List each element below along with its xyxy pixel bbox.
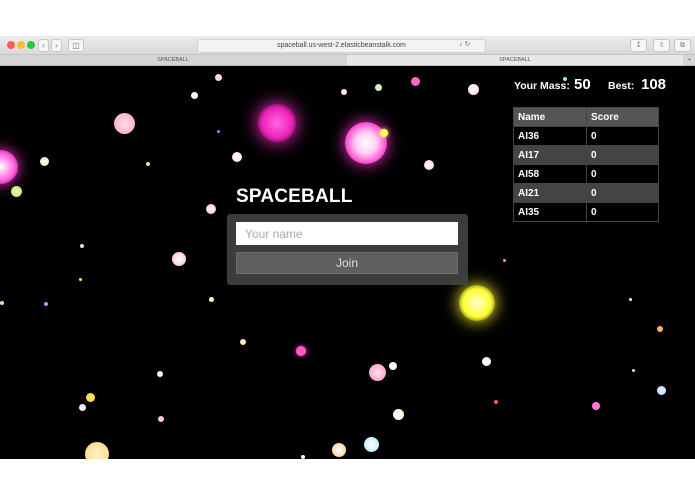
ball-white-2 [232,152,242,162]
ball-white-7 [389,362,397,370]
ball-tiny-8 [494,400,498,404]
tab-spaceball-1[interactable]: SPACEBALL [0,55,346,65]
tab-label: SPACEBALL [157,57,189,63]
leaderboard-table: Name Score AI36 0 AI17 0 AI58 0 AI21 0 A… [513,107,659,222]
sidebar-icon[interactable]: ◫ [68,39,84,52]
share-icon[interactable]: ⇧ [653,39,670,52]
reload-icon[interactable]: ♪ ↻ [459,39,470,51]
close-window-button[interactable] [7,41,15,49]
ball-peach-2 [332,443,346,457]
back-icon[interactable]: ‹ [38,39,49,52]
forward-icon[interactable]: › [51,39,62,52]
tabs-overview-icon[interactable]: ⧉ [674,39,691,52]
game-canvas[interactable]: Your Mass: 50 Best: 108 Name Score AI36 … [0,66,695,459]
mass-label: Your Mass: [514,80,570,92]
downloads-icon[interactable]: ↧ [630,39,647,52]
address-bar[interactable]: spaceball.us-west-2.elasticbeanstalk.com [197,39,486,53]
ball-tiny-7 [629,298,632,301]
ball-pink-mid [369,364,386,381]
minimize-window-button[interactable] [17,41,25,49]
table-row: AI36 0 [513,126,659,146]
ball-tiny-12 [503,259,506,262]
ball-white-14 [209,297,214,302]
ball-green [11,186,22,197]
ball-tiny-4 [0,301,4,305]
url-text: spaceball.us-west-2.elasticbeanstalk.com [277,42,406,49]
ball-tiny-6 [632,369,635,372]
ball-pink-soft [114,113,135,134]
mass-value: 50 [574,76,591,93]
ball-blue [657,386,666,395]
player-score: 0 [586,126,659,146]
ball-yellow-1 [380,129,388,137]
ball-pink-small [172,252,186,266]
ball-magenta-edge [0,150,18,184]
ball-white-5 [482,357,491,366]
player-name: AI35 [513,202,587,222]
player-score: 0 [586,183,659,203]
best-value: 108 [641,76,667,93]
player-name: AI17 [513,145,587,165]
ball-green-small [375,84,382,91]
ball-pink-glow [345,122,387,164]
new-tab-icon[interactable]: + [684,55,695,65]
ball-lightblue [364,437,379,452]
ball-white-10 [341,89,347,95]
best-label: Best: [608,80,635,92]
player-name: AI21 [513,183,587,203]
table-row: AI17 0 [513,145,659,165]
ball-white-13 [158,416,164,422]
name-input[interactable] [236,222,458,245]
tab-spaceball-2[interactable]: SPACEBALL [347,55,683,65]
game-title: SPACEBALL [236,186,353,207]
browser-window: ‹ › ◫ spaceball.us-west-2.elasticbeansta… [0,36,695,459]
ball-tiny-5 [79,278,82,281]
ball-pink-tiny-2 [592,402,600,410]
zoom-window-button[interactable] [27,41,35,49]
ball-tiny-2 [80,244,84,248]
ball-magenta-large [258,104,296,142]
ball-white-12 [240,339,246,345]
ball-white-9 [215,74,222,81]
ball-pink-tiny-1 [411,77,420,86]
ball-yellow-large [459,285,495,321]
ball-white-4 [468,84,479,95]
ball-tiny-3 [44,302,48,306]
ball-magenta-small [296,346,306,356]
ball-white-3 [206,204,216,214]
join-button[interactable]: Join [236,252,458,274]
ball-tiny-9 [301,455,305,459]
ball-peach [85,442,109,459]
header-score: Score [586,107,659,127]
leaderboard-header-row: Name Score [513,107,659,127]
player-name: AI36 [513,126,587,146]
ball-tiny-1 [146,162,150,166]
ball-white-8 [191,92,198,99]
table-row: AI35 0 [513,202,659,222]
browser-toolbar: ‹ › ◫ spaceball.us-west-2.elasticbeansta… [0,36,695,55]
tab-label: SPACEBALL [499,57,531,63]
header-name: Name [513,107,587,127]
player-score: 0 [586,202,659,222]
ball-white-11 [157,371,163,377]
ball-yellow-2 [40,157,49,166]
player-name: AI58 [513,164,587,184]
tab-bar: SPACEBALL SPACEBALL + [0,55,695,66]
ball-white-6 [393,409,404,420]
table-row: AI21 0 [513,183,659,203]
ball-yellow-3 [86,393,95,402]
table-row: AI58 0 [513,164,659,184]
ball-tiny-10 [217,130,220,133]
join-panel: Join [227,214,468,285]
player-score: 0 [586,164,659,184]
ball-white-15 [79,404,86,411]
ball-white-1 [424,160,434,170]
ball-orange [657,326,663,332]
player-score: 0 [586,145,659,165]
